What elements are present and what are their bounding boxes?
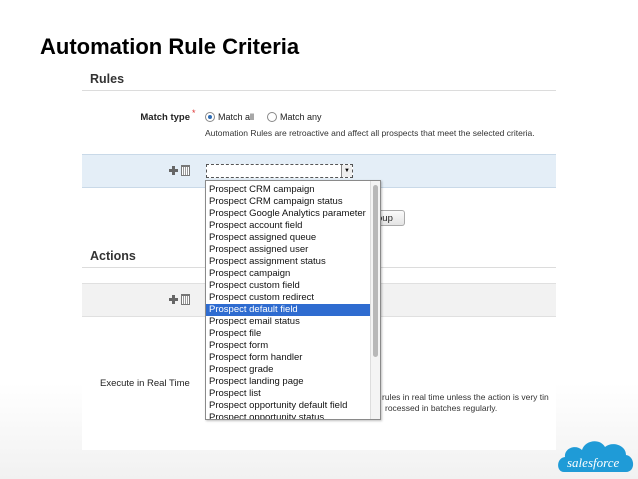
dropdown-option[interactable]: Prospect campaign — [206, 268, 372, 280]
dropdown-option[interactable]: Prospect landing page — [206, 376, 372, 388]
execute-hint-line-1: rules in real time unless the action is … — [382, 392, 549, 402]
criteria-field-select[interactable]: ▼ — [206, 164, 353, 178]
dropdown-option[interactable]: Prospect file — [206, 328, 372, 340]
dropdown-scroll-thumb[interactable] — [373, 185, 378, 357]
execute-hint-line-2: rocessed in batches regularly. — [385, 403, 498, 413]
rules-divider — [82, 90, 556, 91]
dropdown-option[interactable]: Prospect opportunity status — [206, 412, 372, 419]
dropdown-option[interactable]: Prospect opportunity default field — [206, 400, 372, 412]
dropdown-option[interactable]: Prospect assignment status — [206, 256, 372, 268]
execute-real-time-label: Execute in Real Time — [100, 378, 190, 389]
add-action-icon[interactable] — [169, 295, 178, 304]
dropdown-option[interactable]: Prospect CRM campaign — [206, 184, 372, 196]
dropdown-option[interactable]: Prospect assigned user — [206, 244, 372, 256]
actions-section-title: Actions — [90, 249, 136, 263]
dropdown-option[interactable]: Prospect account field — [206, 220, 372, 232]
match-type-label: Match type — [140, 112, 190, 123]
slide-title: Automation Rule Criteria — [40, 34, 300, 59]
dropdown-option[interactable]: Prospect form handler — [206, 352, 372, 364]
dropdown-option[interactable]: Prospect list — [206, 388, 372, 400]
delete-criteria-icon[interactable] — [181, 165, 190, 176]
dropdown-option[interactable]: Prospect assigned queue — [206, 232, 372, 244]
dropdown-option[interactable]: Prospect custom redirect — [206, 292, 372, 304]
delete-action-icon[interactable] — [181, 294, 190, 305]
dropdown-option[interactable]: Prospect grade — [206, 364, 372, 376]
required-indicator: * — [192, 108, 196, 118]
dropdown-option[interactable]: Prospect email status — [206, 316, 372, 328]
dropdown-option[interactable]: Prospect CRM campaign status — [206, 196, 372, 208]
match-any-label[interactable]: Match any — [280, 112, 322, 122]
salesforce-logo-text: salesforce — [567, 455, 620, 470]
chevron-down-icon[interactable]: ▼ — [341, 165, 352, 177]
match-all-label[interactable]: Match all — [218, 112, 254, 122]
criteria-dropdown-list[interactable]: Prospect CRM campaign Prospect CRM campai… — [205, 180, 381, 420]
match-type-hint: Automation Rules are retroactive and aff… — [205, 128, 535, 138]
rules-section-title: Rules — [90, 72, 125, 86]
dropdown-option[interactable]: Prospect form — [206, 340, 372, 352]
dropdown-option[interactable]: Prospect Google Analytics parameter — [206, 208, 372, 220]
dropdown-scrollbar[interactable] — [370, 181, 380, 419]
dropdown-option[interactable]: Prospect custom field — [206, 280, 372, 292]
match-any-radio[interactable] — [267, 112, 277, 122]
dropdown-options: Prospect CRM campaign Prospect CRM campai… — [206, 184, 372, 419]
dropdown-option[interactable]: Prospect default field — [206, 304, 372, 316]
match-all-radio[interactable] — [205, 112, 215, 122]
add-criteria-icon[interactable] — [169, 166, 178, 175]
